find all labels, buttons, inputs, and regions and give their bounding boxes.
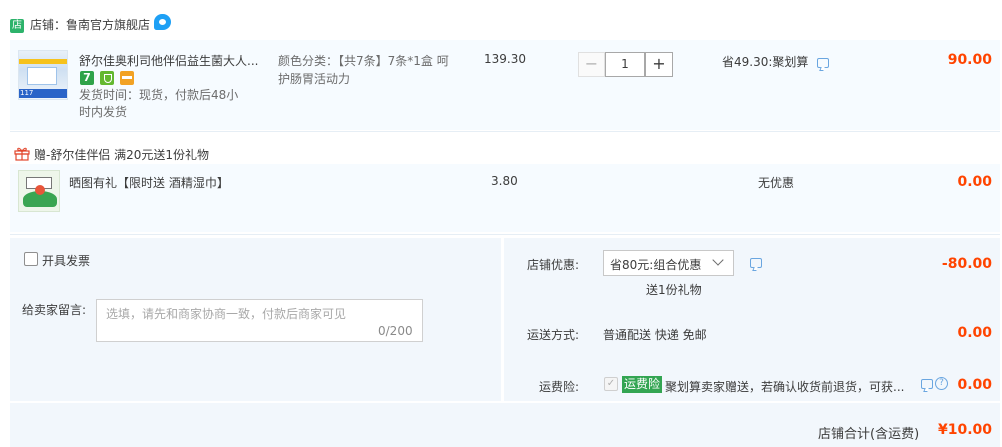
store-discount-selected[interactable]: 省80元:组合优惠 [610,256,701,273]
product-title-link[interactable]: 舒尔佳奥利司他伴侣益生菌大人... [79,52,267,69]
quantity-input[interactable]: 1 [605,52,645,77]
store-name-link[interactable]: 店铺：鲁南官方旗舰店 [30,16,150,33]
gift-title-link[interactable]: 晒图有礼【限时送 酒精湿巾】 [69,174,229,191]
seven-day-return-icon[interactable]: 7 [80,71,94,85]
quantity-decrease-button[interactable]: − [578,52,605,77]
invoice-checkbox[interactable] [24,252,38,266]
insurance-checkbox: ✓ [604,377,618,391]
seller-message-count: 0/200 [378,324,413,338]
divider [10,234,1000,235]
store-total-amount: ¥10.00 [938,422,993,438]
chat-icon[interactable] [750,258,762,268]
store-discount-label: 店铺优惠: [527,258,580,272]
gift-group-label: 赠-舒尔佳伴侣 满20元送1份礼物 [34,148,210,162]
shipping-amount: 0.00 [957,325,992,341]
insurance-amount: 0.00 [957,377,992,393]
insurance-description: 聚划算卖家赠送，若确认收货前退货，可获... [665,380,905,394]
insurance-tag: 运费险 [622,376,663,393]
store-header [0,0,1002,38]
gift-thumbnail[interactable] [18,170,60,212]
seller-message-placeholder: 选填，请先和商家协商一致，付款后商家可见 [106,307,347,321]
gift-promo-text: 无优惠 [758,176,795,190]
gift-amount: 0.00 [957,174,992,190]
shipping-value: 普通配送 快递 免邮 [603,328,707,342]
wangwang-chat-icon[interactable] [154,14,171,30]
store-discount-note: 送1份礼物 [646,283,702,297]
thumbnail-number: 117 [20,89,34,97]
chat-icon[interactable] [817,58,829,68]
seller-message-label: 给卖家留言: [22,303,87,317]
product-thumbnail[interactable]: 117 [18,50,68,100]
unit-price: 139.30 [484,52,526,66]
card-icon[interactable] [120,71,134,85]
store-discount-amount: -80.00 [941,256,992,272]
shipping-label: 运送方式: [527,328,580,342]
store-total-label: 店铺合计(含运费) [818,427,920,442]
store-badge-icon: 店 [10,19,24,33]
gift-unit-price: 3.80 [491,174,518,188]
quantity-increase-button[interactable]: + [645,52,673,77]
divider [10,131,1000,132]
delivery-time: 发货时间：现货，付款后48小时内发货 [79,88,239,119]
sku-description: 颜色分类：【共7条】7条*1盒 呵护肠胃活动力 [278,54,449,86]
shield-icon[interactable] [100,71,114,85]
item-promo-text: 省49.30:聚划算 [722,55,809,69]
invoice-label[interactable]: 开具发票 [42,252,90,269]
gift-icon [14,147,30,161]
item-amount: 90.00 [947,52,992,68]
insurance-label: 运费险: [539,380,580,394]
